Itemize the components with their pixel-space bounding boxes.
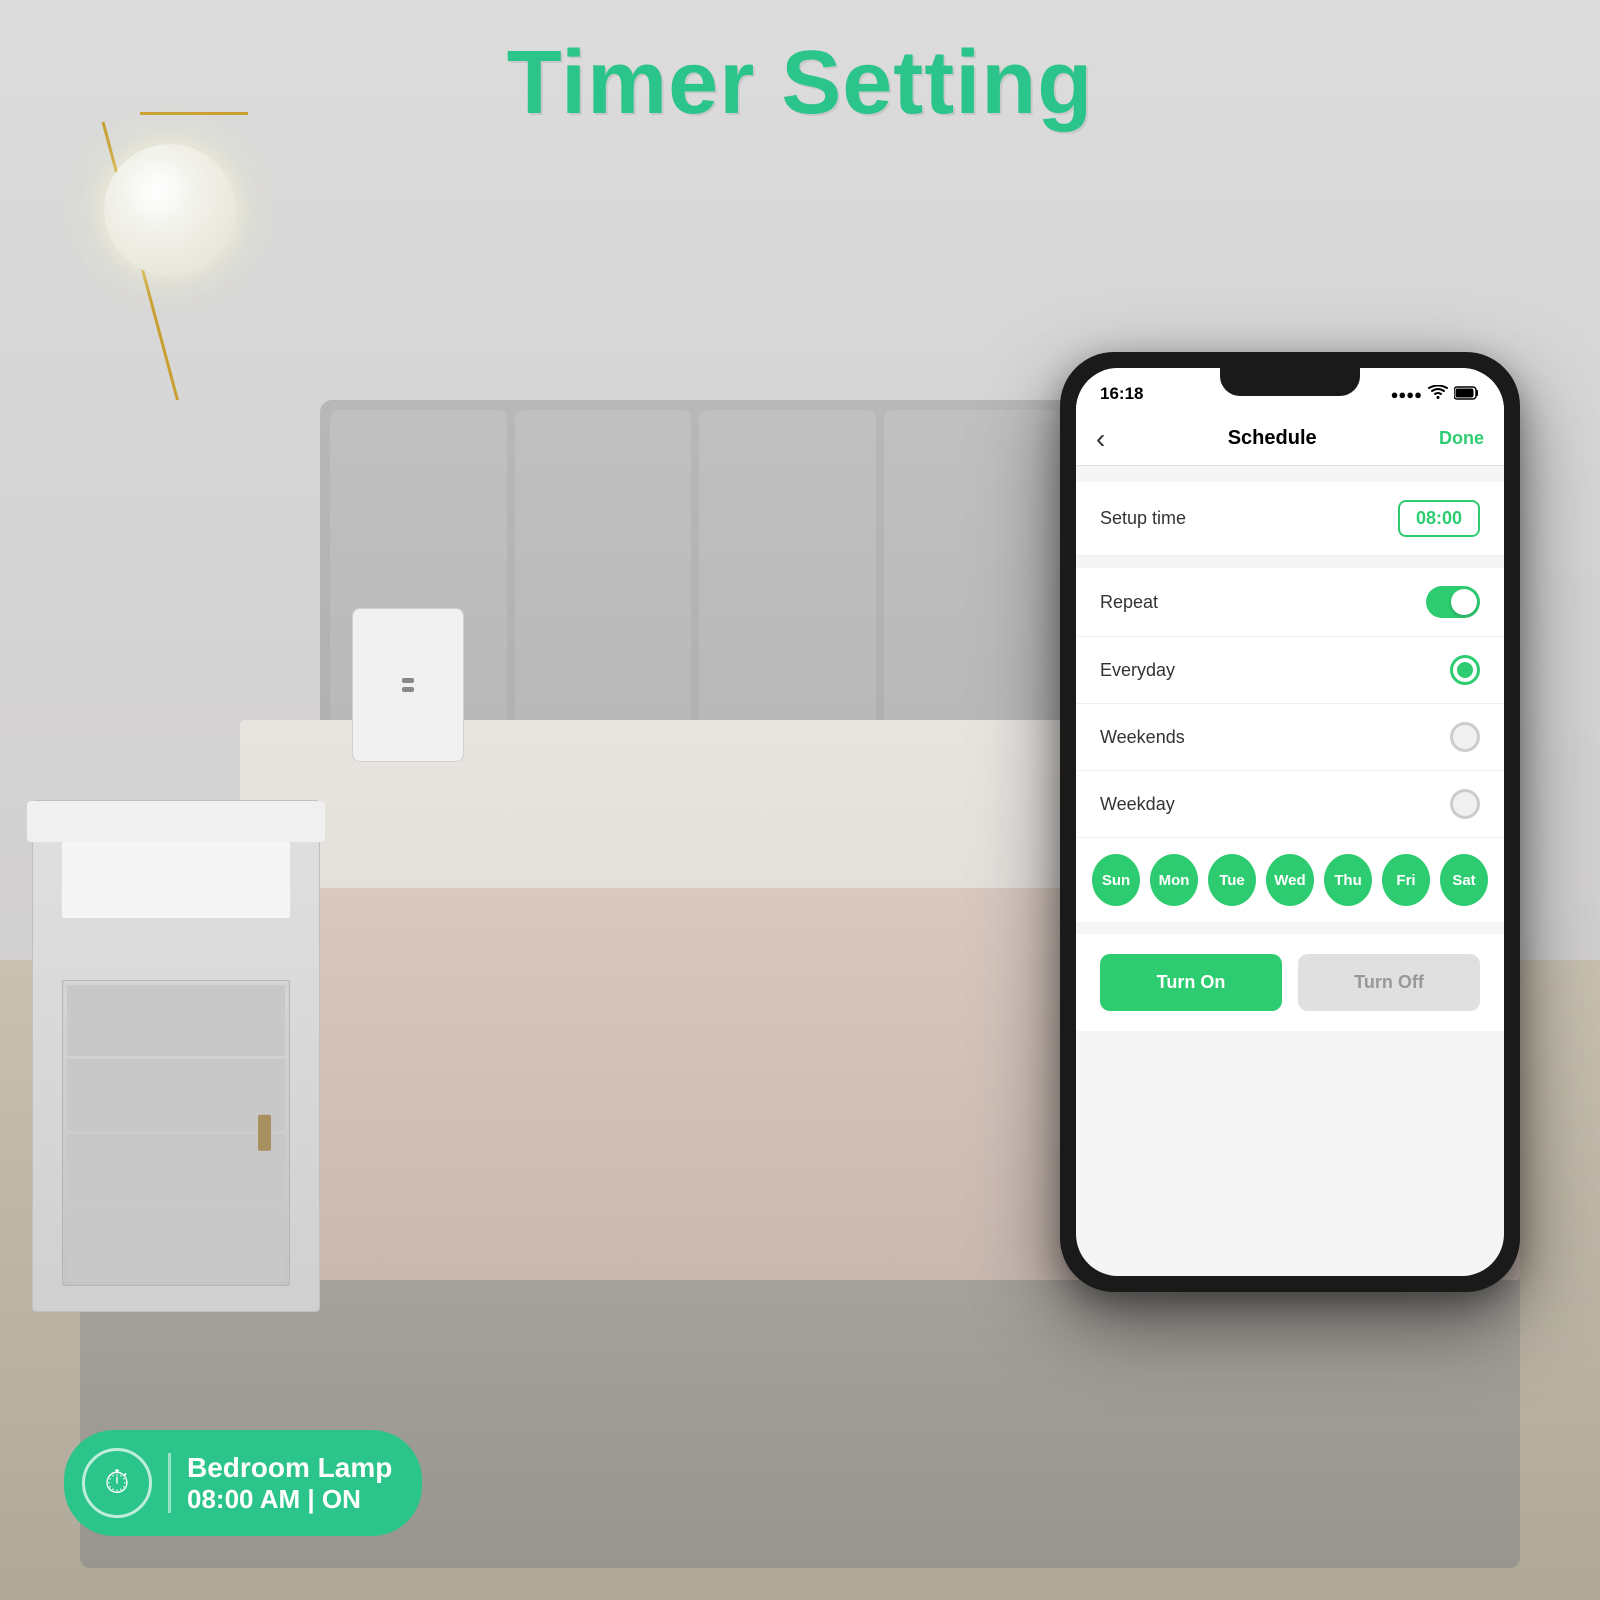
weekends-radio[interactable] (1450, 722, 1480, 752)
status-icons: ●●●● (1391, 385, 1480, 404)
everyday-row: Everyday (1076, 637, 1504, 704)
back-button[interactable]: ‹ (1096, 423, 1105, 455)
repeat-row: Repeat (1076, 568, 1504, 637)
day-pill-thu[interactable]: Thu (1324, 854, 1372, 906)
signal-icon: ●●●● (1391, 387, 1422, 402)
nav-title: Schedule (1228, 427, 1317, 450)
setup-time-label: Setup time (1100, 508, 1186, 529)
setup-time-value[interactable]: 08:00 (1398, 500, 1480, 537)
page-title: Timer Setting (0, 32, 1600, 135)
badge-text-container: Bedroom Lamp 08:00 AM | ON (187, 1451, 392, 1516)
phone-screen: 16:18 ●●●● ‹ Schedule Done (1076, 368, 1504, 1276)
repeat-label: Repeat (1100, 592, 1158, 613)
turn-on-button[interactable]: Turn On (1100, 954, 1282, 1011)
day-pill-fri[interactable]: Fri (1382, 854, 1430, 906)
app-nav: ‹ Schedule Done (1076, 412, 1504, 466)
setup-time-row: Setup time 08:00 (1076, 482, 1504, 556)
day-pill-sun[interactable]: Sun (1092, 854, 1140, 906)
badge-device-name: Bedroom Lamp (187, 1451, 392, 1485)
badge-divider (168, 1453, 171, 1513)
everyday-label: Everyday (1100, 660, 1175, 681)
pendant-lamp (80, 48, 320, 688)
smart-plug (352, 608, 464, 800)
day-pill-wed[interactable]: Wed (1266, 854, 1314, 906)
weekday-label: Weekday (1100, 794, 1175, 815)
badge-clock-icon: ⏱ (82, 1448, 152, 1518)
weekday-radio[interactable] (1450, 789, 1480, 819)
day-pill-sat[interactable]: Sat (1440, 854, 1488, 906)
done-button[interactable]: Done (1439, 428, 1484, 449)
device-badge: ⏱ Bedroom Lamp 08:00 AM | ON (64, 1430, 422, 1536)
repeat-toggle[interactable] (1426, 586, 1480, 618)
phone-container: 16:18 ●●●● ‹ Schedule Done (1060, 352, 1520, 1292)
day-pill-tue[interactable]: Tue (1208, 854, 1256, 906)
badge-device-info: 08:00 AM | ON (187, 1484, 392, 1515)
weekends-label: Weekends (1100, 727, 1185, 748)
everyday-radio[interactable] (1450, 655, 1480, 685)
wifi-icon (1428, 385, 1448, 404)
app-content: Setup time 08:00 Repeat Everyday (1076, 482, 1504, 1031)
nightstand (32, 800, 320, 1312)
action-row: Turn On Turn Off (1076, 934, 1504, 1031)
weekday-row: Weekday (1076, 771, 1504, 838)
phone: 16:18 ●●●● ‹ Schedule Done (1060, 352, 1520, 1292)
weekends-row: Weekends (1076, 704, 1504, 771)
battery-icon (1454, 386, 1480, 403)
turn-off-button[interactable]: Turn Off (1298, 954, 1480, 1011)
status-time: 16:18 (1100, 384, 1143, 404)
page-title-container: Timer Setting (0, 32, 1600, 135)
phone-notch (1220, 368, 1360, 396)
days-row: SunMonTueWedThuFriSat (1076, 838, 1504, 922)
toggle-knob (1451, 589, 1477, 615)
day-pill-mon[interactable]: Mon (1150, 854, 1198, 906)
divider-1 (1076, 556, 1504, 568)
